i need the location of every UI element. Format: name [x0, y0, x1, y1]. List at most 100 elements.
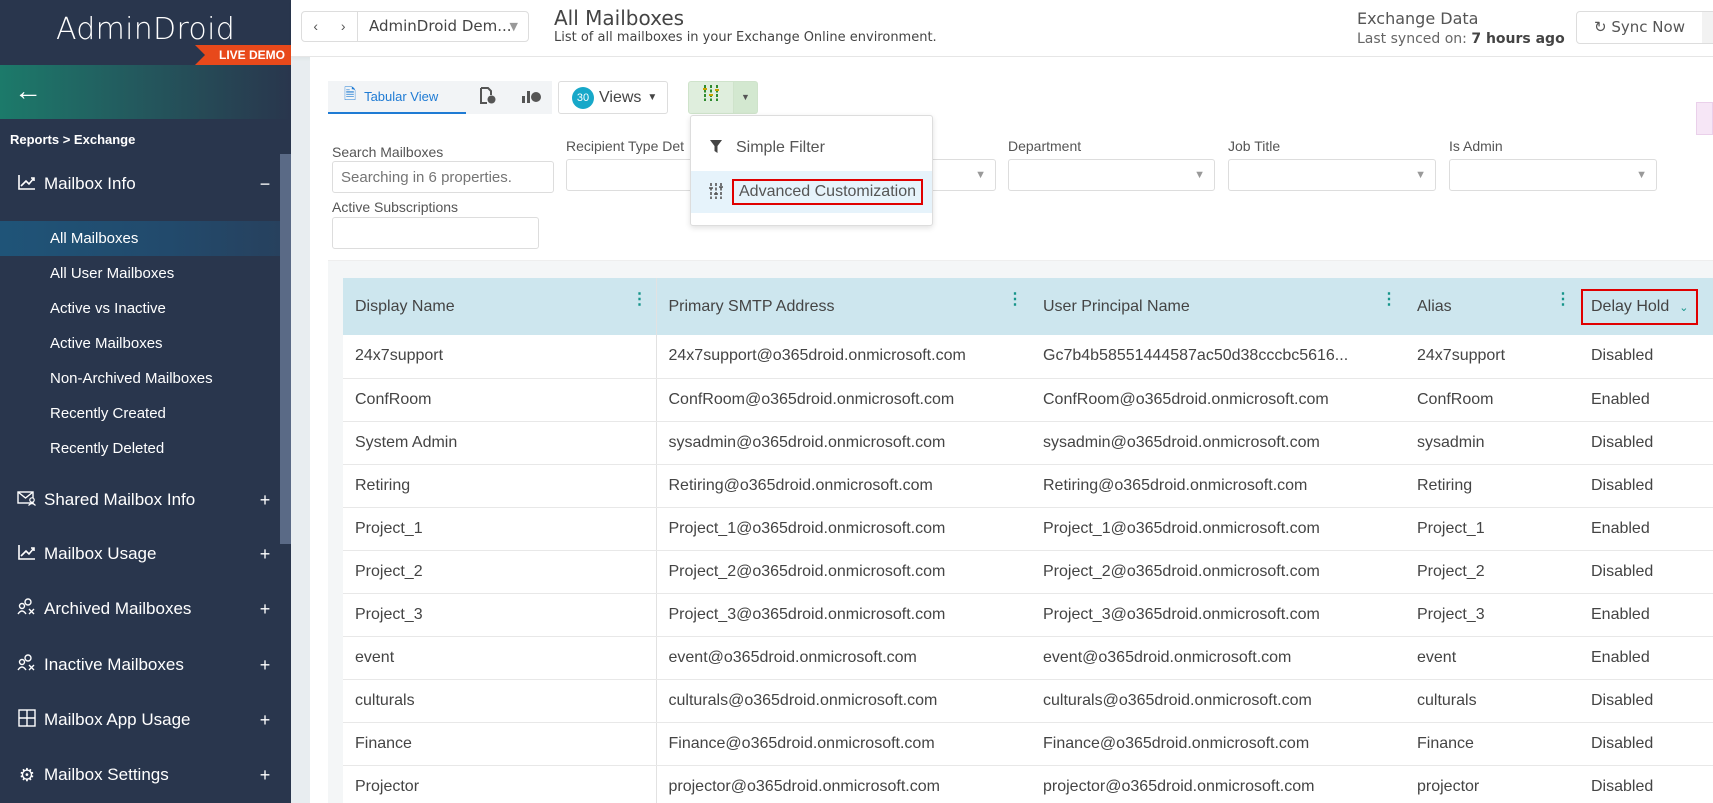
- cell-display-name: culturals: [343, 679, 657, 723]
- tenant-select[interactable]: AdminDroid Dem... ▼: [357, 11, 529, 42]
- column-header-primary-smtp-address[interactable]: Primary SMTP Address ⋮: [656, 278, 1031, 335]
- sidebar-item-active-vs-inactive[interactable]: Active vs Inactive: [0, 291, 280, 326]
- cell-display-name: Retiring: [343, 464, 657, 508]
- gear-icon: ⚙: [18, 764, 36, 785]
- column-menu-icon[interactable]: ⋮: [1381, 292, 1397, 308]
- table-row[interactable]: culturals culturals@o365droid.onmicrosoft…: [343, 679, 1713, 723]
- table-row[interactable]: 24x7support 24x7support@o365droid.onmicro…: [343, 335, 1713, 379]
- bar-pie-chart-icon: [521, 87, 541, 108]
- customize-button[interactable]: [688, 81, 734, 114]
- cell-alias: Project_2: [1405, 550, 1579, 594]
- column-header-alias[interactable]: Alias ⋮: [1405, 278, 1579, 335]
- table-row[interactable]: Projector projector@o365droid.onmicrosoft…: [343, 765, 1713, 803]
- chevron-down-icon: ▼: [1415, 169, 1426, 181]
- customize-dropdown-toggle[interactable]: ▼: [734, 81, 758, 114]
- expand-icon[interactable]: +: [250, 599, 280, 620]
- cell-display-name: Finance: [343, 722, 657, 766]
- cell-delay-hold: Disabled: [1579, 722, 1713, 766]
- cell-user-principal-name: Finance@o365droid.onmicrosoft.com: [1031, 722, 1405, 766]
- cell-primary-smtp-address: projector@o365droid.onmicrosoft.com: [656, 765, 1031, 803]
- cell-alias: Project_1: [1405, 507, 1579, 551]
- expand-icon[interactable]: +: [250, 544, 280, 565]
- refresh-icon: ↻: [1594, 18, 1607, 36]
- column-menu-icon[interactable]: ⋮: [1007, 292, 1023, 308]
- active-subscriptions-label: Active Subscriptions: [332, 199, 459, 215]
- line-chart-icon: [16, 174, 38, 195]
- sync-now-button[interactable]: ↻ Sync Now: [1576, 11, 1703, 44]
- job-title-select[interactable]: ▼: [1228, 159, 1436, 191]
- menu-item-advanced-customization[interactable]: Advanced Customization: [691, 171, 932, 213]
- cell-alias: sysadmin: [1405, 421, 1579, 465]
- nav-back-button[interactable]: ‹: [302, 12, 330, 41]
- side-tab[interactable]: [1696, 102, 1713, 135]
- sidebar-scrollbar[interactable]: [280, 154, 291, 544]
- sidebar-group-archived-mailboxes[interactable]: Archived Mailboxes +: [0, 587, 280, 631]
- expand-icon[interactable]: +: [250, 765, 280, 786]
- menu-item-simple-filter[interactable]: Simple Filter: [691, 127, 932, 169]
- sidebar-item-recently-deleted[interactable]: Recently Deleted: [0, 431, 280, 466]
- expand-icon[interactable]: +: [250, 710, 280, 731]
- sidebar-group-label: Inactive Mailboxes: [44, 655, 184, 674]
- views-button[interactable]: 30 Views ▼: [558, 81, 668, 114]
- sidebar-group-shared-mailbox-info[interactable]: Shared Mailbox Info +: [0, 478, 280, 522]
- cell-display-name: System Admin: [343, 421, 657, 465]
- table-row[interactable]: Retiring Retiring@o365droid.onmicrosoft.c…: [343, 464, 1713, 508]
- column-header-label: User Principal Name: [1043, 297, 1190, 315]
- sidebar-group-mailbox-info[interactable]: Mailbox Info −: [0, 162, 280, 206]
- expand-icon[interactable]: +: [250, 490, 280, 511]
- sidebar-group-mailbox-app-usage[interactable]: Mailbox App Usage +: [0, 698, 280, 742]
- column-header-delay-hold[interactable]: Delay Hold ⌄: [1579, 278, 1713, 335]
- is-admin-select[interactable]: ▼: [1449, 159, 1657, 191]
- sidebar-group-mailbox-usage[interactable]: Mailbox Usage +: [0, 532, 280, 576]
- cell-delay-hold: Disabled: [1579, 464, 1713, 508]
- table-row[interactable]: event event@o365droid.onmicrosoft.com even…: [343, 636, 1713, 680]
- tab-label: Tabular View: [364, 89, 439, 104]
- last-synced: Last synced on: 7 hours ago: [1357, 31, 1565, 47]
- mailboxes-table: Display Name ⋮ Primary SMTP Address ⋮ User…: [343, 278, 1713, 803]
- hidden-filter-select[interactable]: ▼: [930, 159, 996, 191]
- column-header-user-principal-name[interactable]: User Principal Name ⋮: [1031, 278, 1405, 335]
- column-header-label: Delay Hold: [1591, 297, 1670, 315]
- table-row[interactable]: Finance Finance@o365droid.onmicrosoft.com…: [343, 722, 1713, 766]
- last-synced-label: Last synced on:: [1357, 31, 1472, 47]
- table-row[interactable]: Project_1 Project_1@o365droid.onmicrosoft…: [343, 507, 1713, 551]
- nav-forward-button[interactable]: ›: [330, 12, 358, 41]
- arrow-left-icon[interactable]: ←: [14, 77, 42, 105]
- recipient-type-select[interactable]: [566, 159, 696, 191]
- brand-logo[interactable]: AdminDroid: [0, 12, 291, 47]
- sidebar-group-mailbox-settings[interactable]: ⚙ Mailbox Settings +: [0, 753, 280, 797]
- department-select[interactable]: ▼: [1008, 159, 1215, 191]
- search-mailboxes-input[interactable]: [332, 161, 554, 193]
- sync-more-button[interactable]: [1702, 11, 1713, 44]
- tab-tabular-view[interactable]: 🗎 Tabular View: [328, 81, 466, 114]
- cell-primary-smtp-address: Project_2@o365droid.onmicrosoft.com: [656, 550, 1031, 594]
- delay-hold-highlight[interactable]: Delay Hold ⌄: [1581, 288, 1699, 325]
- tab-report-chart-view[interactable]: [466, 81, 509, 114]
- tab-chart-view[interactable]: [509, 81, 552, 114]
- search-mailboxes-label: Search Mailboxes: [332, 144, 444, 160]
- column-header-label: Alias: [1417, 297, 1452, 315]
- sidebar-item-recently-created[interactable]: Recently Created: [0, 396, 280, 431]
- sidebar-group-label: Mailbox Info: [44, 174, 136, 193]
- collapse-icon[interactable]: −: [250, 174, 280, 195]
- recipient-type-label: Recipient Type Det: [566, 138, 685, 154]
- table-row[interactable]: Project_3 Project_3@o365droid.onmicrosoft…: [343, 593, 1713, 637]
- active-subscriptions-input[interactable]: [332, 217, 539, 249]
- table-row[interactable]: ConfRoom ConfRoom@o365droid.onmicrosoft.c…: [343, 378, 1713, 422]
- sidebar-item-all-mailboxes[interactable]: All Mailboxes: [0, 221, 280, 256]
- sidebar-item-all-user-mailboxes[interactable]: All User Mailboxes: [0, 256, 280, 291]
- table-row[interactable]: Project_2 Project_2@o365droid.onmicrosoft…: [343, 550, 1713, 594]
- sidebar-group-inactive-mailboxes[interactable]: Inactive Mailboxes +: [0, 643, 280, 687]
- column-menu-icon[interactable]: ⋮: [1555, 292, 1571, 308]
- chevron-down-icon[interactable]: ⌄: [1679, 302, 1688, 314]
- views-label: Views: [599, 88, 642, 106]
- column-menu-icon[interactable]: ⋮: [632, 292, 648, 308]
- view-tabs: 🗎 Tabular View: [328, 81, 552, 114]
- sidebar-group-label: Shared Mailbox Info: [44, 490, 196, 509]
- table-row[interactable]: System Admin sysadmin@o365droid.onmicroso…: [343, 421, 1713, 465]
- sidebar-item-active-mailboxes[interactable]: Active Mailboxes: [0, 326, 280, 361]
- expand-icon[interactable]: +: [250, 655, 280, 676]
- column-header-display-name[interactable]: Display Name ⋮: [343, 278, 657, 335]
- sidebar-item-non-archived-mailboxes[interactable]: Non-Archived Mailboxes: [0, 361, 280, 396]
- page-title: All Mailboxes: [554, 6, 685, 30]
